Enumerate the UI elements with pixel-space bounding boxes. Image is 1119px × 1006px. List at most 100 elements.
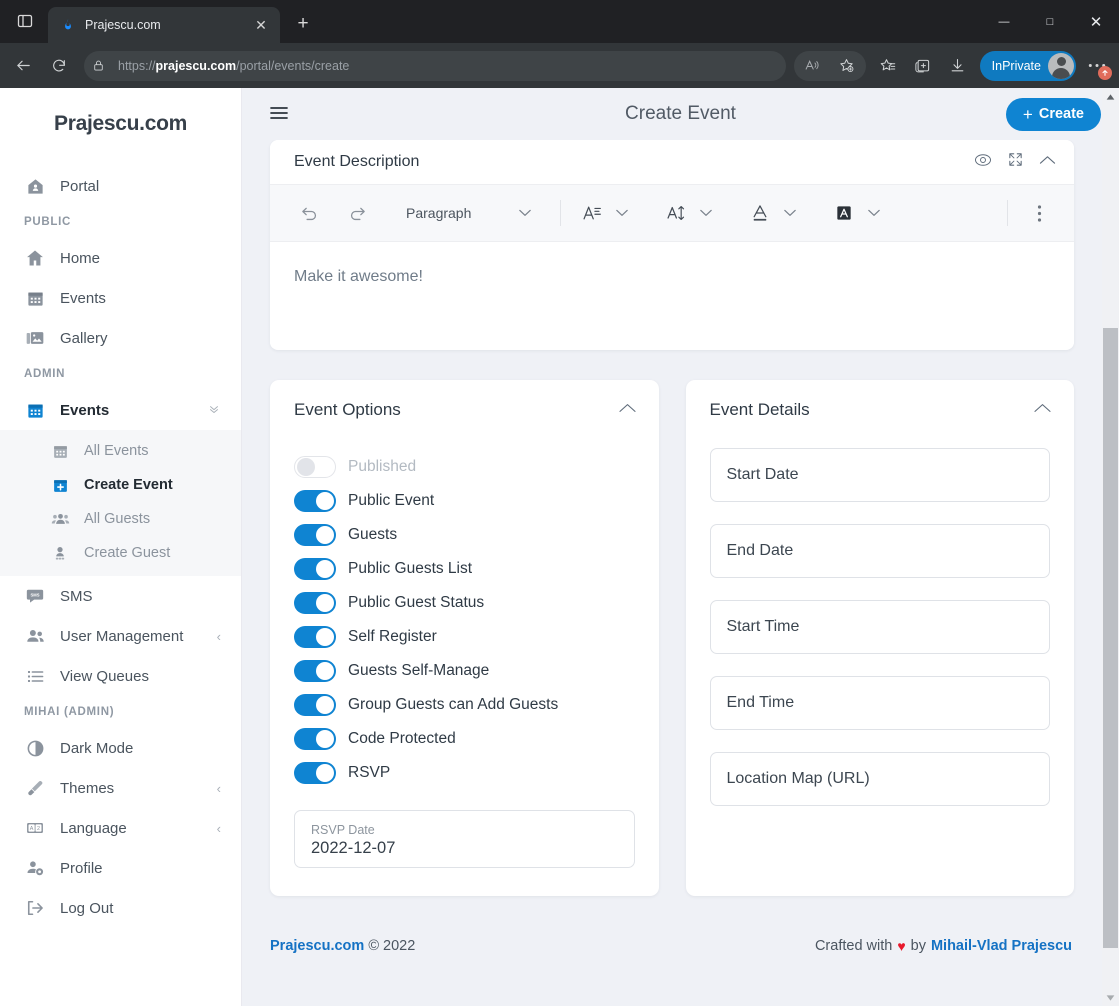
vertical-scrollbar[interactable] [1102,88,1119,1006]
end-time-field[interactable]: End Time [709,676,1050,730]
toggle-published[interactable] [294,456,336,478]
chevron-down-icon[interactable] [777,198,803,228]
sidebar-item-user-management[interactable]: User Management ‹ [0,616,241,656]
sidebar-item-label: Gallery [60,329,108,347]
toggle-row[interactable]: Published [294,450,635,484]
sidebar-item-profile[interactable]: Profile [0,848,241,888]
url-domain: prajescu.com [155,58,237,73]
sidebar-item-view-queues[interactable]: View Queues [0,656,241,696]
toggle-label: Public Guest Status [348,594,485,611]
scrollbar-thumb[interactable] [1103,328,1118,948]
sidebar-item-all-events[interactable]: All Events [0,434,241,468]
toggle-guests-self-manage[interactable] [294,660,336,682]
footer-author-link[interactable]: Mihail-Vlad Prajescu [931,938,1072,954]
chevron-left-icon[interactable]: ‹ [217,781,221,796]
toggle-knob [316,696,334,714]
window-close-button[interactable]: ✕ [1073,0,1119,43]
sidebar-item-events-public[interactable]: Events [0,278,241,318]
favorites-icon[interactable] [871,50,905,82]
reload-button[interactable] [42,50,76,82]
toggle-public-guests-list[interactable] [294,558,336,580]
toggle-guests[interactable] [294,524,336,546]
scroll-down-arrow-icon[interactable] [1102,989,1119,1006]
read-aloud-icon[interactable] [796,50,830,82]
chevron-up-icon[interactable] [1033,401,1052,419]
toggle-row[interactable]: Code Protected [294,722,635,756]
chevron-double-down-icon[interactable] [207,402,221,419]
users-icon [24,625,46,647]
chevron-left-icon[interactable]: ‹ [217,629,221,644]
browser-tab[interactable]: Prajescu.com ✕ [48,7,280,43]
sidebar-item-log-out[interactable]: Log Out [0,888,241,928]
tab-close-icon[interactable]: ✕ [250,14,272,36]
toggle-row[interactable]: Public Event [294,484,635,518]
chevron-left-icon[interactable]: ‹ [217,821,221,836]
toggle-row[interactable]: Guests [294,518,635,552]
create-button[interactable]: + Create [1005,97,1101,131]
sidebar-item-label: Portal [60,177,100,195]
collections-icon[interactable] [906,50,940,82]
start-time-field[interactable]: Start Time [709,600,1050,654]
toggle-label: Guests Self-Manage [348,662,490,679]
toggle-public-guest-status[interactable] [294,592,336,614]
inprivate-profile-button[interactable]: InPrivate [979,50,1076,81]
sidebar-item-create-event[interactable]: Create Event [0,468,241,502]
toggle-row[interactable]: Guests Self-Manage [294,654,635,688]
redo-icon[interactable] [340,196,374,230]
toggle-row[interactable]: Self Register [294,620,635,654]
sidebar-item-sms[interactable]: SMS SMS [0,576,241,616]
toggle-row[interactable]: Public Guest Status [294,586,635,620]
preview-eye-icon[interactable] [974,153,992,172]
footer-brand-link[interactable]: Prajescu.com [270,938,364,954]
new-tab-button[interactable]: + [288,9,318,39]
address-bar[interactable]: https://prajescu.com/portal/events/creat… [84,50,786,81]
toggle-row[interactable]: RSVP [294,756,635,790]
brush-icon [24,777,46,799]
back-button[interactable] [6,50,40,82]
sidebar-item-events-admin[interactable]: Events [0,390,241,430]
toggle-row[interactable]: Public Guests List [294,552,635,586]
location-map-url-field[interactable]: Location Map (URL) [709,752,1050,806]
sidebar-item-create-guest[interactable]: Create Guest [0,536,241,570]
block-format-select[interactable]: Paragraph [392,197,546,229]
toggle-group-guests-can-add-guests[interactable] [294,694,336,716]
chevron-up-icon[interactable] [618,401,637,419]
sidebar-item-all-guests[interactable]: All Guests [0,502,241,536]
toggle-self-register[interactable] [294,626,336,648]
font-size-icon[interactable] [575,196,609,230]
toggle-knob [316,594,334,612]
hamburger-icon[interactable] [270,104,296,125]
fullscreen-icon[interactable] [1007,151,1024,173]
end-date-field[interactable]: End Date [709,524,1050,578]
window-maximize-button[interactable]: □ [1027,0,1073,43]
sidebar-item-language[interactable]: A 2 Language ‹ [0,808,241,848]
undo-icon[interactable] [292,196,326,230]
toggle-code-protected[interactable] [294,728,336,750]
chevron-down-icon[interactable] [609,198,635,228]
chevron-down-icon[interactable] [861,198,887,228]
downloads-icon[interactable] [941,50,975,82]
scroll-up-arrow-icon[interactable] [1102,88,1119,105]
toggle-rsvp[interactable] [294,762,336,784]
rsvp-date-field[interactable]: RSVP Date 2022-12-07 [294,810,635,868]
tab-actions-button[interactable] [6,2,44,40]
toggle-row[interactable]: Group Guests can Add Guests [294,688,635,722]
sidebar-item-dark-mode[interactable]: Dark Mode [0,728,241,768]
sidebar-item-gallery[interactable]: Gallery [0,318,241,358]
sidebar-item-portal[interactable]: Portal [0,166,241,206]
sidebar-item-label: Events [60,401,110,419]
chevron-down-icon[interactable] [693,198,719,228]
collapse-chevron-icon[interactable] [1039,153,1056,171]
text-color-icon[interactable] [743,196,777,230]
add-favorite-icon[interactable] [830,50,864,82]
editor-content-area[interactable]: Make it awesome! [270,242,1074,348]
browser-settings-more-button[interactable] [1081,50,1113,82]
toggle-public-event[interactable] [294,490,336,512]
sidebar-item-home[interactable]: Home [0,238,241,278]
window-minimize-button[interactable]: — [981,0,1027,43]
sidebar-item-themes[interactable]: Themes ‹ [0,768,241,808]
highlight-color-icon[interactable] [827,196,861,230]
more-vertical-icon[interactable] [1022,196,1056,230]
start-date-field[interactable]: Start Date [709,448,1050,502]
line-height-icon[interactable] [659,196,693,230]
